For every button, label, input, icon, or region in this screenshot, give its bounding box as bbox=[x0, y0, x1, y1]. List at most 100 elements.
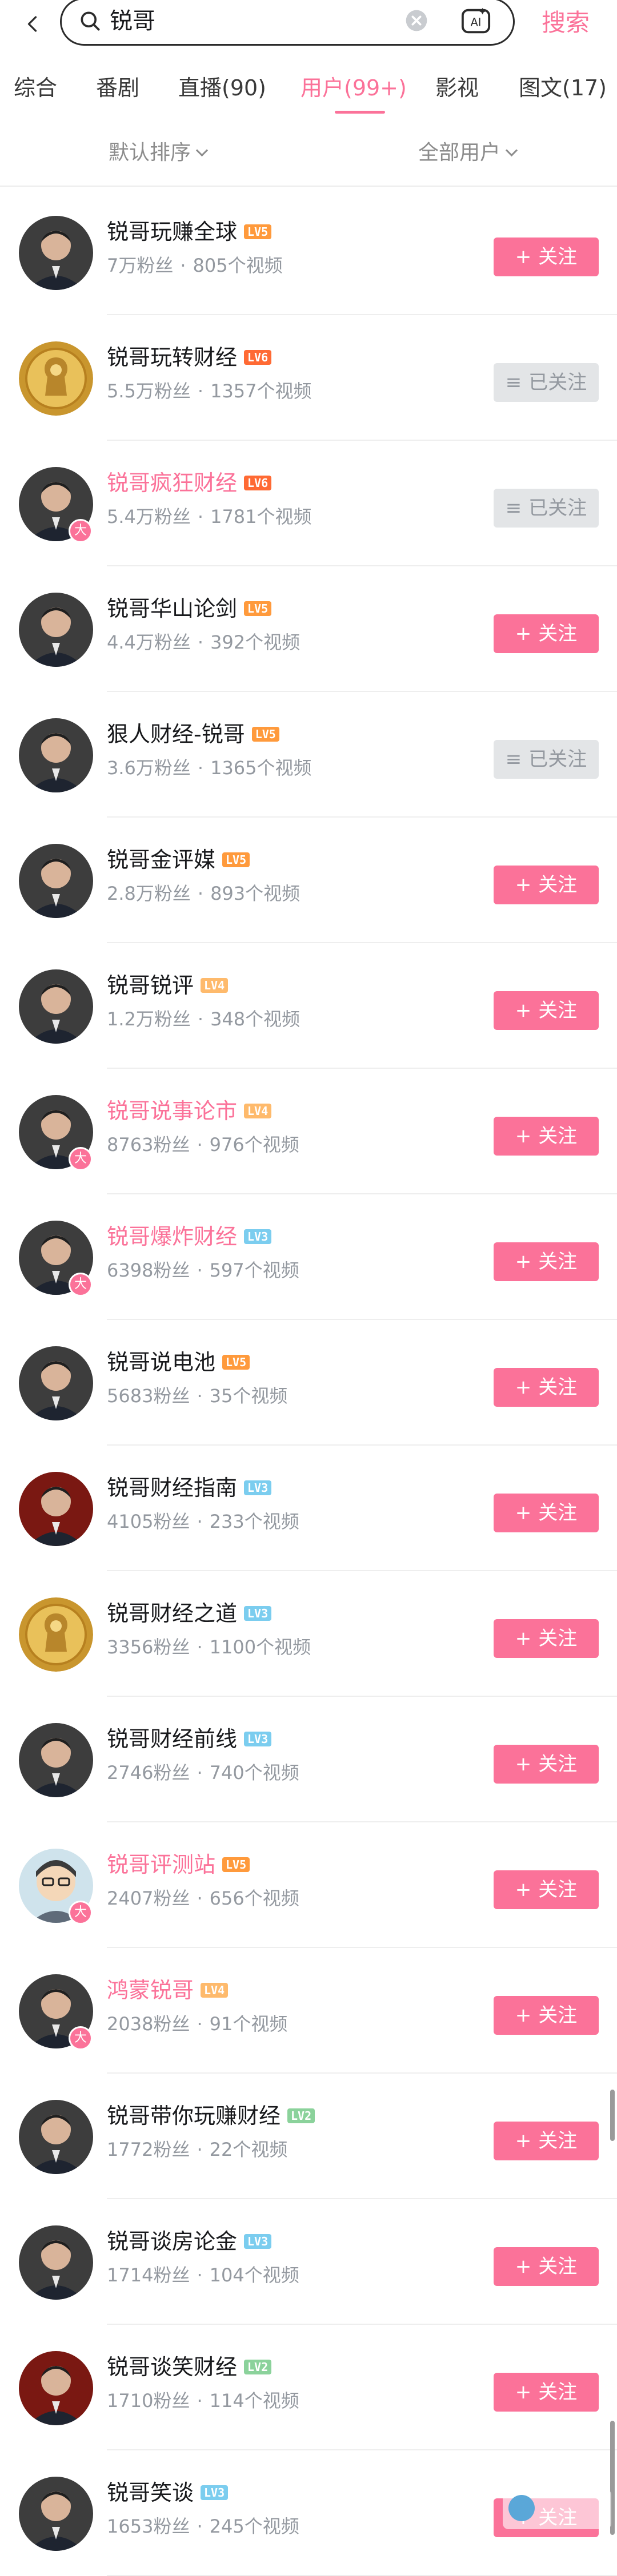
follow-button[interactable]: + 关注 bbox=[494, 1242, 599, 1281]
username[interactable]: 锐哥谈房论金 bbox=[107, 2227, 237, 2256]
username[interactable]: 锐哥爆炸财经 bbox=[107, 1222, 237, 1251]
fan-count: 4.4万粉丝 bbox=[107, 631, 191, 653]
username[interactable]: 锐哥玩转财经 bbox=[107, 343, 237, 372]
follow-button[interactable]: + 关注 bbox=[494, 1870, 599, 1909]
user-type-dropdown[interactable]: 全部用户 bbox=[418, 137, 518, 169]
avatar[interactable] bbox=[19, 1597, 93, 1672]
username[interactable]: 狠人财经-锐哥 bbox=[107, 719, 245, 749]
avatar[interactable] bbox=[19, 593, 93, 667]
separator-dot: · bbox=[197, 2013, 203, 2035]
user-row[interactable]: 锐哥说电池 LV5 5683粉丝 · 35个视频 + 关注 bbox=[0, 1320, 617, 1446]
follow-button[interactable]: + 关注 bbox=[494, 614, 599, 653]
username[interactable]: 锐哥说电池 bbox=[107, 1347, 215, 1377]
clear-icon[interactable] bbox=[405, 9, 428, 32]
avatar[interactable] bbox=[19, 1346, 93, 1420]
user-row[interactable]: 锐哥财经指南 LV3 4105粉丝 · 233个视频 + 关注 bbox=[0, 1446, 617, 1571]
user-row[interactable]: 锐哥谈房论金 LV3 1714粉丝 · 104个视频 + 关注 bbox=[0, 2199, 617, 2325]
plus-icon: + bbox=[515, 2381, 532, 2404]
plus-icon: + bbox=[515, 2130, 532, 2152]
username[interactable]: 鸿蒙锐哥 bbox=[107, 1975, 194, 2005]
user-row[interactable]: 狠人财经-锐哥 LV5 3.6万粉丝 · 1365个视频 ≡ 已关注 bbox=[0, 692, 617, 818]
user-row[interactable]: 大鸿蒙锐哥 LV4 2038粉丝 · 91个视频 + 关注 bbox=[0, 1948, 617, 2074]
avatar[interactable] bbox=[19, 216, 93, 290]
user-row[interactable]: 锐哥谈笑财经 LV2 1710粉丝 · 114个视频 + 关注 bbox=[0, 2325, 617, 2450]
username[interactable]: 锐哥财经之道 bbox=[107, 1599, 237, 1628]
separator-dot: · bbox=[197, 883, 204, 904]
ai-search-icon[interactable]: AI bbox=[460, 6, 491, 36]
username[interactable]: 锐哥评测站 bbox=[107, 1850, 215, 1879]
search-input[interactable]: 锐哥 bbox=[110, 5, 155, 37]
user-row[interactable]: 大锐哥疯狂财经 LV6 5.4万粉丝 · 1781个视频 ≡ 已关注 bbox=[0, 441, 617, 566]
search-submit-button[interactable]: 搜索 bbox=[542, 6, 590, 40]
followed-button[interactable]: ≡ 已关注 bbox=[494, 740, 599, 779]
username[interactable]: 锐哥财经前线 bbox=[107, 1724, 237, 1754]
username[interactable]: 锐哥带你玩赚财经 bbox=[107, 2101, 281, 2131]
tab-articles[interactable]: 图文(17) bbox=[519, 71, 607, 105]
user-row[interactable]: 大锐哥评测站 LV5 2407粉丝 · 656个视频 + 关注 bbox=[0, 1822, 617, 1948]
username[interactable]: 锐哥谈笑财经 bbox=[107, 2352, 237, 2382]
followed-button[interactable]: ≡ 已关注 bbox=[494, 363, 599, 402]
follow-label: 关注 bbox=[538, 874, 578, 896]
followed-button[interactable]: ≡ 已关注 bbox=[494, 489, 599, 528]
avatar[interactable] bbox=[19, 969, 93, 1044]
follow-button[interactable]: + 关注 bbox=[494, 1996, 599, 2035]
username[interactable]: 锐哥金评媒 bbox=[107, 845, 215, 875]
avatar[interactable] bbox=[19, 718, 93, 792]
tab-film[interactable]: 影视 bbox=[435, 71, 479, 105]
user-stats: 1653粉丝 · 245个视频 bbox=[107, 2513, 299, 2539]
tab-bangumi[interactable]: 番剧 bbox=[96, 71, 139, 105]
user-row[interactable]: 锐哥财经前线 LV3 2746粉丝 · 740个视频 + 关注 bbox=[0, 1697, 617, 1822]
video-count: 233个视频 bbox=[209, 1511, 299, 1532]
name-line: 锐哥疯狂财经 LV6 bbox=[107, 468, 272, 498]
follow-button[interactable]: + 关注 bbox=[494, 2122, 599, 2160]
avatar[interactable] bbox=[19, 2351, 93, 2425]
follow-button[interactable]: + 关注 bbox=[494, 1368, 599, 1407]
back-button[interactable] bbox=[16, 7, 50, 41]
username[interactable]: 锐哥锐评 bbox=[107, 971, 194, 1000]
avatar[interactable] bbox=[19, 844, 93, 918]
avatar[interactable] bbox=[19, 2225, 93, 2300]
follow-button[interactable]: + 关注 bbox=[494, 1745, 599, 1784]
username[interactable]: 锐哥说事论市 bbox=[107, 1096, 237, 1126]
follow-button[interactable]: + 关注 bbox=[494, 1494, 599, 1532]
avatar[interactable] bbox=[19, 2100, 93, 2174]
plus-icon: + bbox=[515, 2255, 532, 2278]
user-row[interactable]: 锐哥玩赚全球 LV5 7万粉丝 · 805个视频 + 关注 bbox=[0, 190, 617, 315]
vip-badge-icon: 大 bbox=[69, 2026, 93, 2050]
user-row[interactable]: 锐哥金评媒 LV5 2.8万粉丝 · 893个视频 + 关注 bbox=[0, 818, 617, 943]
follow-button[interactable]: + 关注 bbox=[494, 2247, 599, 2286]
user-row[interactable]: 大锐哥爆炸财经 LV3 6398粉丝 · 597个视频 + 关注 bbox=[0, 1194, 617, 1320]
scrollbar-thumb[interactable] bbox=[610, 2090, 615, 2141]
follow-button[interactable]: + 关注 bbox=[494, 238, 599, 276]
username[interactable]: 锐哥疯狂财经 bbox=[107, 468, 237, 498]
follow-button[interactable]: + 关注 bbox=[494, 866, 599, 904]
user-stats: 2.8万粉丝 · 893个视频 bbox=[107, 880, 300, 907]
user-row[interactable]: 锐哥锐评 LV4 1.2万粉丝 · 348个视频 + 关注 bbox=[0, 943, 617, 1069]
search-box[interactable]: 锐哥 AI bbox=[60, 0, 515, 46]
separator-dot: · bbox=[197, 631, 204, 653]
avatar[interactable] bbox=[19, 2477, 93, 2551]
avatar[interactable] bbox=[19, 1472, 93, 1546]
tab-live[interactable]: 直播(90) bbox=[178, 71, 266, 105]
username[interactable]: 锐哥财经指南 bbox=[107, 1473, 237, 1503]
sort-dropdown[interactable]: 默认排序 bbox=[109, 137, 209, 169]
tab-all[interactable]: 综合 bbox=[14, 71, 57, 105]
name-line: 锐哥笑谈 LV3 bbox=[107, 2478, 229, 2507]
follow-button[interactable]: + 关注 bbox=[494, 1117, 599, 1156]
follow-label: 关注 bbox=[538, 622, 578, 645]
user-row[interactable]: 大锐哥说事论市 LV4 8763粉丝 · 976个视频 + 关注 bbox=[0, 1069, 617, 1194]
user-row[interactable]: 锐哥华山论剑 LV5 4.4万粉丝 · 392个视频 + 关注 bbox=[0, 566, 617, 692]
user-row[interactable]: 锐哥玩转财经 LV6 5.5万粉丝 · 1357个视频 ≡ 已关注 bbox=[0, 315, 617, 441]
tab-users[interactable]: 用户(99+) bbox=[301, 71, 407, 105]
separator-dot: · bbox=[197, 1636, 203, 1658]
username[interactable]: 锐哥玩赚全球 bbox=[107, 217, 237, 247]
follow-button[interactable]: + 关注 bbox=[494, 991, 599, 1030]
username[interactable]: 锐哥华山论剑 bbox=[107, 594, 237, 623]
username[interactable]: 锐哥笑谈 bbox=[107, 2478, 194, 2507]
follow-button[interactable]: + 关注 bbox=[494, 1619, 599, 1658]
user-row[interactable]: 锐哥带你玩赚财经 LV2 1772粉丝 · 22个视频 + 关注 bbox=[0, 2074, 617, 2199]
user-row[interactable]: 锐哥财经之道 LV3 3356粉丝 · 1100个视频 + 关注 bbox=[0, 1571, 617, 1697]
avatar[interactable] bbox=[19, 1723, 93, 1797]
avatar[interactable] bbox=[19, 341, 93, 416]
follow-button[interactable]: + 关注 bbox=[494, 2373, 599, 2412]
